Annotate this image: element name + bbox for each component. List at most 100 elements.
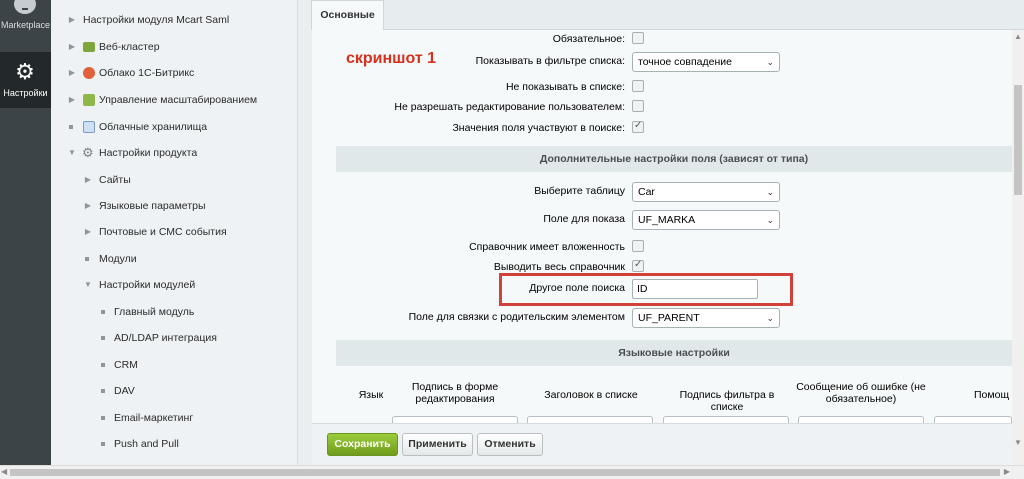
tree-item-bitrix-cloud[interactable]: ▶ Облако 1С-Битрикс — [51, 63, 297, 83]
vertical-scroll-thumb[interactable] — [1014, 85, 1022, 195]
cluster-icon — [83, 42, 95, 52]
row-filter: Показывать в фильтре списка: точное совп… — [312, 52, 1012, 72]
settings-nav[interactable]: ⚙ Настройки — [0, 52, 51, 108]
display-field-select[interactable]: UF_MARKA ⌄ — [632, 210, 780, 230]
scroll-right-icon[interactable]: ▶ — [1004, 467, 1010, 476]
settings-label: Настройки — [3, 88, 48, 98]
tree-item-mcart-saml[interactable]: ▶ Настройки модуля Mcart Saml — [51, 10, 297, 30]
col-header-language: Язык — [358, 389, 384, 401]
hide-label: Не показывать в списке: — [505, 81, 625, 93]
tree-item-product-settings[interactable]: ▼ ⚙ Настройки продукта — [51, 143, 297, 163]
whole-directory-label: Выводить весь справочник — [493, 261, 625, 273]
chevron-down-icon: ⌄ — [766, 313, 774, 323]
bullet-icon — [101, 389, 105, 393]
tree-item-modules[interactable]: Модули — [51, 249, 297, 269]
row-table: Выберите таблицу Car ⌄ — [312, 182, 1012, 202]
tree-item-cloud-storage[interactable]: Облачные хранилища — [51, 117, 297, 137]
nested-checkbox[interactable] — [632, 240, 644, 252]
tree-item-email-marketing[interactable]: Email-маркетинг — [51, 408, 297, 428]
tree-item-ldap[interactable]: AD/LDAP интеграция — [51, 328, 297, 348]
tree-item-sites[interactable]: ▶ Сайты — [51, 170, 297, 190]
tree-item-scaling[interactable]: ▶ Управление масштабированием — [51, 90, 297, 110]
nested-label: Справочник имеет вложенность — [469, 241, 625, 253]
expand-arrow-icon[interactable]: ▶ — [67, 63, 77, 83]
no-edit-checkbox[interactable] — [632, 100, 644, 112]
row-no-edit: Не разрешать редактирование пользователе… — [312, 98, 1012, 118]
horizontal-scrollbar[interactable]: ◀ ▶ — [0, 465, 1024, 479]
row-search: Значения поля участвуют в поиске: — [312, 119, 1012, 139]
marketplace-label: Marketplace — [0, 20, 51, 30]
collapse-arrow-icon[interactable]: ▼ — [67, 143, 77, 163]
row-parent-field: Поле для связки с родительским элементом… — [312, 308, 1012, 328]
expand-arrow-icon[interactable]: ▶ — [83, 196, 93, 216]
tree-item-label: CRM — [114, 359, 138, 371]
chevron-down-icon: ⌄ — [766, 187, 774, 197]
tree-item-language-params[interactable]: ▶ Языковые параметры — [51, 196, 297, 216]
col-header-filter-caption: Подпись фильтра в списке — [679, 389, 775, 413]
expand-arrow-icon[interactable]: ▶ — [67, 10, 77, 30]
tree-item-main-module[interactable]: Главный модуль — [51, 302, 297, 322]
tree-item-dav[interactable]: DAV — [51, 381, 297, 401]
filter-caption-input[interactable] — [663, 416, 789, 423]
tree-item-label: Управление масштабированием — [99, 94, 258, 106]
horizontal-scroll-thumb[interactable] — [10, 469, 1000, 476]
row-hide: Не показывать в списке: — [312, 78, 1012, 98]
gear-icon: ⚙ — [15, 59, 35, 84]
table-select[interactable]: Car ⌄ — [632, 182, 780, 202]
whole-directory-checkbox[interactable] — [632, 259, 644, 272]
help-input[interactable] — [934, 416, 1012, 423]
search-checkbox[interactable] — [632, 120, 644, 133]
screen: Marketplace ⚙ Настройки ▶ Настройки моду… — [0, 0, 1024, 479]
tree-item-label: Email-маркетинг — [114, 412, 194, 424]
tree-item-label: Главный модуль — [114, 306, 195, 318]
form-content: скриншот 1 Обязательное: Показывать в фи… — [312, 30, 1012, 423]
chevron-down-icon: ⌄ — [766, 215, 774, 225]
expand-arrow-icon[interactable]: ▶ — [67, 37, 77, 57]
tree-item-label: Настройки модуля Mcart Saml — [83, 14, 230, 26]
tab-main[interactable]: Основные — [311, 0, 384, 30]
row-nested: Справочник имеет вложенность — [312, 238, 1012, 258]
cancel-button[interactable]: Отменить — [477, 433, 543, 456]
parent-field-select[interactable]: UF_PARENT ⌄ — [632, 308, 780, 328]
expand-arrow-icon[interactable]: ▶ — [67, 90, 77, 110]
tree-item-mail-events[interactable]: ▶ Почтовые и СМС события — [51, 222, 297, 242]
search-label: Значения поля участвуют в поиске: — [452, 122, 625, 134]
scroll-up-icon[interactable]: ▲ — [1014, 32, 1022, 41]
list-title-input[interactable] — [527, 416, 653, 423]
storage-icon — [83, 121, 95, 133]
bullet-icon — [101, 310, 105, 314]
tree-item-module-settings[interactable]: ▼ Настройки модулей — [51, 275, 297, 295]
tree-item-web-cluster[interactable]: ▶ Веб-кластер — [51, 37, 297, 57]
expand-arrow-icon[interactable]: ▶ — [83, 170, 93, 190]
hide-checkbox[interactable] — [632, 80, 644, 92]
scale-icon — [83, 94, 95, 106]
cloud-icon — [83, 67, 95, 79]
chevron-down-icon: ⌄ — [766, 57, 774, 67]
settings-tree: ▶ Настройки модуля Mcart Saml ▶ Веб-клас… — [51, 0, 298, 465]
tree-item-label: AD/LDAP интеграция — [114, 332, 217, 344]
scroll-left-icon[interactable]: ◀ — [1, 467, 7, 476]
save-button[interactable]: Сохранить — [327, 433, 398, 456]
row-display-field: Поле для показа UF_MARKA ⌄ — [312, 210, 1012, 230]
required-checkbox[interactable] — [632, 32, 644, 44]
filter-select[interactable]: точное совпадение ⌄ — [632, 52, 780, 72]
bullet-icon — [101, 416, 105, 420]
required-label: Обязательное: — [552, 33, 625, 45]
marketplace-nav[interactable]: Marketplace — [0, 0, 51, 44]
bullet-icon — [101, 363, 105, 367]
error-message-input[interactable] — [798, 416, 924, 423]
tree-item-label: Сайты — [99, 174, 131, 186]
tree-item-crm[interactable]: CRM — [51, 355, 297, 375]
apply-button[interactable]: Применить — [402, 433, 473, 456]
collapse-arrow-icon[interactable]: ▼ — [83, 275, 93, 295]
col-header-list-title: Заголовок в списке — [544, 389, 638, 401]
expand-arrow-icon[interactable]: ▶ — [83, 222, 93, 242]
col-header-error-message: Сообщение об ошибке (не обязательное) — [796, 381, 926, 405]
tree-item-label: Веб-кластер — [99, 41, 160, 53]
vertical-scrollbar[interactable]: ▲ ▼ — [1012, 30, 1024, 465]
scroll-down-icon[interactable]: ▼ — [1014, 438, 1022, 447]
col-header-edit-form: Подпись в форме редактирования — [411, 381, 499, 405]
edit-form-input[interactable] — [392, 416, 518, 423]
tree-item-push-pull[interactable]: Push and Pull — [51, 434, 297, 454]
form-footer: Сохранить Применить Отменить — [312, 423, 1012, 465]
